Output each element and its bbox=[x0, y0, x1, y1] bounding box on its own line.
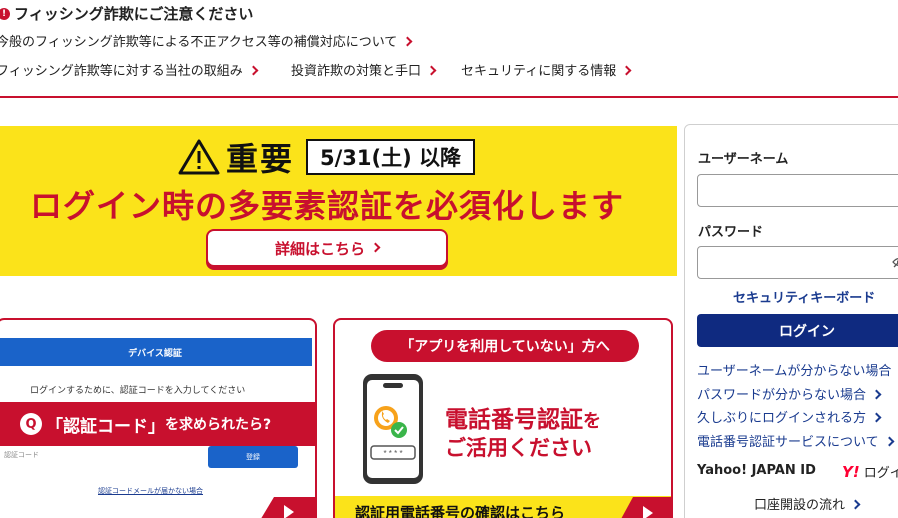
investment-fraud-link[interactable]: 投資詐欺の対策と手口 bbox=[291, 60, 437, 79]
chevron-right-icon bbox=[871, 389, 882, 400]
chevron-right-icon bbox=[871, 412, 882, 423]
auth-code-resend-sample: 認証コードメールが届かない場合 bbox=[98, 487, 203, 495]
auth-code-band: Q 「認証コード」 を求められたら? bbox=[0, 402, 315, 446]
device-auth-description: ログインするために、認証コードを入力してください bbox=[30, 386, 246, 396]
yahoo-logo-icon: Y! bbox=[842, 462, 860, 481]
open-account-link[interactable]: 口座開設の流れ bbox=[754, 494, 861, 513]
login-button[interactable]: ログイン bbox=[697, 314, 898, 347]
security-info-link[interactable]: セキュリティに関する情報 bbox=[461, 60, 632, 79]
phone-auth-service-link[interactable]: 電話番号認証サービスについて bbox=[697, 431, 895, 450]
phone-auth-title-suffix: を bbox=[583, 411, 601, 432]
auth-code-band-main: 「認証コード」 bbox=[46, 416, 165, 437]
investment-fraud-link-label: 投資詐欺の対策と手口 bbox=[291, 64, 422, 79]
yahoo-login-label: ログイン bbox=[863, 466, 898, 481]
security-info-link-label: セキュリティに関する情報 bbox=[461, 64, 617, 79]
no-app-users-pill: 「アプリを利用していない」方へ bbox=[371, 330, 639, 362]
auth-code-input-sample: 認証コード bbox=[2, 446, 202, 468]
auth-code-card-arrow[interactable] bbox=[256, 497, 315, 518]
username-field[interactable] bbox=[697, 174, 898, 207]
chevron-right-icon bbox=[884, 436, 895, 447]
auth-code-submit-sample: 登録 bbox=[208, 446, 298, 468]
banner-details-button[interactable]: 詳細はこちら bbox=[206, 229, 448, 267]
password-field[interactable] bbox=[697, 246, 898, 279]
compensation-link-label: 今般のフィッシング詐欺等による不正アクセス等の補償対応について bbox=[0, 35, 398, 50]
question-icon: Q bbox=[20, 413, 42, 435]
chevron-right-icon bbox=[248, 65, 259, 76]
phone-auth-service-label: 電話番号認証サービスについて bbox=[697, 435, 879, 450]
banner-details-label: 詳細はこちら bbox=[274, 239, 365, 258]
chevron-right-icon bbox=[621, 65, 632, 76]
device-auth-header: デバイス認証 bbox=[0, 338, 312, 366]
chevron-right-icon bbox=[370, 242, 381, 252]
chevron-right-icon bbox=[850, 499, 861, 510]
password-label: パスワード bbox=[698, 225, 764, 240]
auth-code-band-suffix: を求められたら? bbox=[165, 417, 272, 433]
open-account-label: 口座開設の流れ bbox=[754, 498, 846, 513]
chevron-right-icon bbox=[426, 65, 437, 76]
phone-auth-subtitle: ご活用ください bbox=[445, 436, 592, 460]
eye-off-icon[interactable] bbox=[892, 256, 898, 268]
phone-auth-title-main: 電話番号認証 bbox=[445, 407, 583, 433]
yahoo-login-link[interactable]: Y! ログイン bbox=[842, 462, 898, 482]
mfa-banner: 重要 5/31(土) 以降 ログイン時の多要素認証を必須化します 詳細はこちら bbox=[0, 126, 677, 276]
phishing-measures-link[interactable]: フィッシング詐欺等に対する当社の取組み bbox=[0, 60, 259, 79]
forgot-password-link[interactable]: パスワードが分からない場合 bbox=[697, 384, 882, 403]
chevron-right-icon bbox=[402, 36, 413, 47]
phone-mask-text: * * * * bbox=[383, 449, 402, 458]
phishing-measures-link-label: フィッシング詐欺等に対する当社の取組み bbox=[0, 64, 243, 79]
auth-code-card[interactable]: デバイス認証 ログインするために、認証コードを入力してください Q 「認証コード… bbox=[0, 318, 317, 518]
security-keyboard-link[interactable]: セキュリティキーボード bbox=[733, 287, 875, 306]
notice-title: ! フィッシング詐欺にご注意ください bbox=[0, 3, 253, 24]
smartphone-icon: * * * * bbox=[363, 374, 423, 484]
phone-auth-title: 電話番号認証を bbox=[445, 400, 601, 434]
compensation-link[interactable]: 今般のフィッシング詐欺等による不正アクセス等の補償対応について bbox=[0, 31, 413, 50]
phishing-notice: ! フィッシング詐欺にご注意ください 今般のフィッシング詐欺等による不正アクセス… bbox=[0, 0, 898, 98]
phone-check-band[interactable]: 認証用電話番号の確認はこちら bbox=[335, 496, 671, 518]
banner-important: 重要 bbox=[226, 141, 295, 177]
banner-head: 重要 5/31(土) 以降 bbox=[178, 134, 476, 180]
returning-user-link[interactable]: 久しぶりにログインされる方 bbox=[697, 407, 882, 426]
username-label: ユーザーネーム bbox=[698, 152, 789, 167]
alert-icon: ! bbox=[0, 7, 10, 20]
forgot-username-label: ユーザーネームが分からない場合 bbox=[697, 364, 892, 379]
returning-user-label: 久しぶりにログインされる方 bbox=[697, 411, 867, 426]
banner-date: 5/31(土) 以降 bbox=[306, 139, 476, 175]
notice-title-text: フィッシング詐欺にご注意ください bbox=[14, 5, 254, 23]
login-panel: ユーザーネーム パスワード セキュリティキーボード ログイン ユーザーネームが分… bbox=[684, 124, 898, 518]
phone-auth-card[interactable]: 「アプリを利用していない」方へ * * * * 電話番号認証を ご活用ください … bbox=[333, 318, 673, 518]
yahoo-id-label: Yahoo! JAPAN ID bbox=[697, 463, 816, 478]
forgot-username-link[interactable]: ユーザーネームが分からない場合 bbox=[697, 360, 898, 379]
banner-headline: ログイン時の多要素認証を必須化します bbox=[30, 187, 625, 225]
play-arrow-icon bbox=[643, 506, 653, 518]
forgot-password-label: パスワードが分からない場合 bbox=[697, 388, 867, 403]
play-arrow-icon bbox=[284, 505, 294, 518]
warning-icon bbox=[178, 139, 220, 175]
